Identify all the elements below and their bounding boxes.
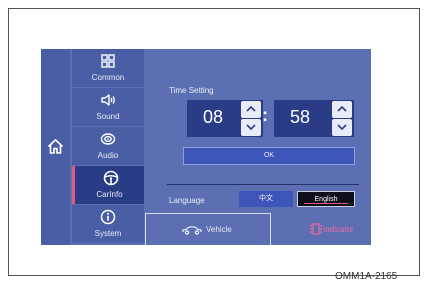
- speaker-icon: [101, 94, 115, 106]
- sidebar-item-label: System: [94, 229, 122, 238]
- time-setting-label: Time Setting: [169, 86, 214, 95]
- home-icon[interactable]: [47, 138, 64, 155]
- sidebar-item-label: Common: [91, 73, 125, 82]
- divider: [167, 184, 359, 185]
- minute-up-button[interactable]: [332, 101, 352, 118]
- disc-icon: [100, 133, 116, 145]
- sidebar-item-system[interactable]: System: [72, 205, 144, 243]
- chevron-down-icon: [246, 124, 256, 131]
- figure-code: OMM1A-2165: [335, 271, 398, 282]
- sidebar-item-sound[interactable]: Sound: [72, 88, 144, 126]
- sidebar-item-carinfo[interactable]: CarInfo: [72, 166, 144, 204]
- home-column: [41, 49, 70, 245]
- head-unit-screen: Common Sound Audio CarInfo System Time S…: [41, 49, 371, 245]
- tab-indicator-label: Indicator: [323, 225, 354, 234]
- chevron-up-icon: [337, 105, 347, 112]
- chevron-down-icon: [337, 124, 347, 131]
- minute-down-button[interactable]: [332, 119, 352, 136]
- hour-up-button[interactable]: [241, 101, 261, 118]
- minute-value: 58: [289, 107, 311, 127]
- sidebar-item-label: Audio: [97, 151, 119, 160]
- hour-stepper: 08: [187, 100, 263, 137]
- tab-vehicle[interactable]: Vehicle: [145, 213, 271, 245]
- grid-icon: [101, 54, 115, 68]
- sidebar-item-label: Sound: [96, 112, 120, 121]
- minute-stepper: 58: [274, 100, 354, 137]
- chevron-up-icon: [246, 105, 256, 112]
- hour-value: 08: [202, 107, 224, 127]
- info-icon: [100, 209, 116, 225]
- hour-down-button[interactable]: [241, 119, 261, 136]
- steering-wheel-icon: [103, 170, 119, 186]
- sidebar-item-audio[interactable]: Audio: [72, 127, 144, 165]
- sidebar: Common Sound Audio CarInfo System: [72, 49, 144, 245]
- language-option-english[interactable]: English: [297, 191, 355, 207]
- time-separator: :: [262, 105, 268, 125]
- tab-vehicle-label: Vehicle: [206, 225, 232, 234]
- ok-button[interactable]: OK: [183, 147, 355, 165]
- carinfo-settings-panel: Time Setting 08 : 58 OK Language 中文 Engl…: [145, 49, 371, 245]
- language-label: Language: [169, 196, 205, 205]
- car-lights-icon: [310, 223, 322, 235]
- language-option-chinese[interactable]: 中文: [239, 191, 293, 207]
- sidebar-item-label: CarInfo: [96, 190, 123, 199]
- car-icon: [182, 226, 202, 235]
- sidebar-item-common[interactable]: Common: [72, 49, 144, 87]
